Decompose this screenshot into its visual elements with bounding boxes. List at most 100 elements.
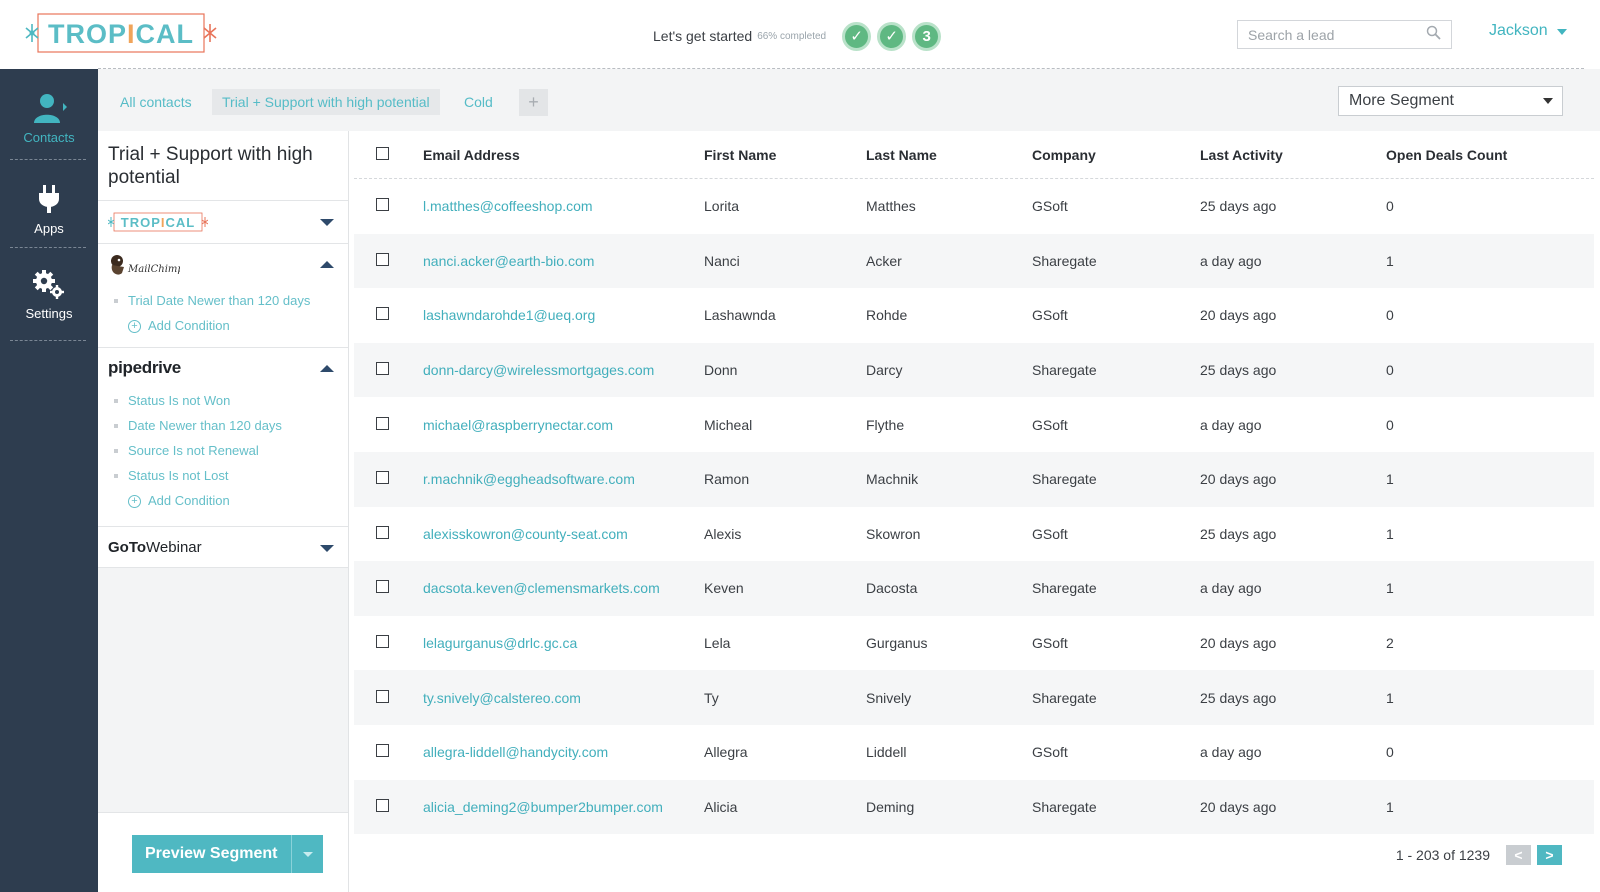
table-row[interactable]: alexisskowron@county-seat.com Alexis Skowr… [354,507,1594,562]
next-page-button[interactable]: > [1537,845,1562,865]
expand-icon[interactable] [320,219,334,226]
email-link[interactable]: allegra-liddell@handycity.com [423,744,704,760]
table-row[interactable]: dacsota.keven@clemensmarkets.com Keven Dac… [354,561,1594,616]
user-name: Jackson [1489,22,1548,39]
nav-item-settings[interactable]: Settings [0,269,98,321]
onboarding-progress[interactable]: Let's get started 66% completed ✓ ✓ 3 [653,20,942,52]
add-segment-tab-button[interactable]: + [519,89,548,116]
select-all-checkbox[interactable] [376,146,389,160]
row-checkbox[interactable] [376,744,389,758]
row-checkbox[interactable] [376,798,389,812]
table-row[interactable]: l.matthes@coffeeshop.com Lorita Matthes GSo… [354,179,1594,234]
email-link[interactable]: lashawndarohde1@ueq.org [423,307,704,323]
search-input[interactable] [1248,26,1418,43]
row-checkbox[interactable] [376,307,389,321]
expand-icon[interactable] [320,545,334,552]
column-header-company[interactable]: Company [1032,147,1200,163]
checkbox-cell [354,416,423,433]
table-row[interactable]: allegra-liddell@handycity.com Allegra Lidd… [354,725,1594,780]
svg-text:MailChimp: MailChimp [127,264,180,275]
condition-item[interactable]: Status Is not Lost [114,463,338,488]
row-checkbox[interactable] [376,416,389,430]
last-activity-cell: 20 days ago [1200,471,1277,488]
first-name-cell: Donn [704,362,738,379]
email-link[interactable]: lelagurganus@drlc.gc.ca [423,635,704,651]
email-link[interactable]: alexisskowron@county-seat.com [423,526,704,542]
source-header-mailchimp[interactable]: MailChimp [98,244,348,288]
email-link[interactable]: dacsota.keven@clemensmarkets.com [423,580,704,596]
search-lead-box[interactable] [1237,20,1452,49]
tropical-logo[interactable]: TROPICAL [24,12,218,54]
row-checkbox[interactable] [376,525,389,539]
row-checkbox[interactable] [376,198,389,212]
column-header-first-name[interactable]: First Name [704,147,866,163]
row-checkbox[interactable] [376,580,389,594]
company-cell: Sharegate [1032,362,1097,379]
segment-title: Trial + Support with high potential [98,131,348,201]
table-row[interactable]: r.machnik@eggheadsoftware.com Ramon Machni… [354,451,1594,507]
tab-trial-support[interactable]: Trial + Support with high potential [212,89,440,115]
table-row[interactable]: donn-darcy@wirelessmortgages.com Donn Darc… [354,342,1594,398]
step-3-current[interactable]: 3 [912,21,942,51]
open-deals-cell: 1 [1386,471,1394,488]
nav-divider [10,247,86,248]
nav-item-contacts[interactable]: Contacts [0,93,98,145]
condition-item[interactable]: Date Newer than 120 days [114,413,338,438]
tab-all-contacts[interactable]: All contacts [110,89,202,115]
condition-item[interactable]: Source Is not Renewal [114,438,338,463]
nav-divider [10,340,86,341]
column-header-last-name[interactable]: Last Name [866,147,1032,163]
row-checkbox[interactable] [376,689,389,703]
plus-circle-icon: + [128,319,141,333]
prev-page-button[interactable]: < [1506,845,1531,865]
add-condition-button[interactable]: + Add Condition [114,313,338,339]
user-menu[interactable]: Jackson [1489,22,1567,40]
table-row[interactable]: lelagurganus@drlc.gc.ca Lela Gurganus GSoft… [354,616,1594,671]
first-name-cell: Ramon [704,471,750,488]
table-row[interactable]: alicia_deming2@bumper2bumper.com Alicia De… [354,779,1594,835]
email-link[interactable]: donn-darcy@wirelessmortgages.com [423,362,704,378]
preview-segment-button[interactable]: Preview Segment [132,835,323,873]
step-1-done[interactable]: ✓ [842,21,872,51]
email-link[interactable]: r.machnik@eggheadsoftware.com [423,471,704,487]
table-row[interactable]: ty.snively@calstereo.com Ty Snively Sharega… [354,670,1594,725]
email-link[interactable]: l.matthes@coffeeshop.com [423,198,704,214]
condition-item[interactable]: Status Is not Won [114,388,338,413]
condition-item[interactable]: Trial Date Newer than 120 days [114,288,338,313]
email-link[interactable]: ty.snively@calstereo.com [423,690,704,706]
email-link[interactable]: nanci.acker@earth-bio.com [423,253,704,269]
table-row[interactable]: michael@raspberrynectar.com Micheal Flythe… [354,397,1594,452]
add-condition-button[interactable]: + Add Condition [114,488,338,514]
column-header-email[interactable]: Email Address [423,147,704,163]
column-header-last-activity[interactable]: Last Activity [1200,147,1386,163]
column-header-open-deals[interactable]: Open Deals Count [1386,147,1586,163]
step-2-done[interactable]: ✓ [877,21,907,51]
last-activity-cell: 25 days ago [1200,689,1277,706]
row-checkbox[interactable] [376,471,389,485]
company-cell: Sharegate [1032,580,1097,597]
table-row[interactable]: lashawndarohde1@ueq.org Lashawnda Rohde GSo… [354,288,1594,343]
open-deals-cell: 0 [1386,307,1394,324]
email-link[interactable]: alicia_deming2@bumper2bumper.com [423,799,704,815]
open-deals-cell: 1 [1386,580,1394,597]
source-header-gotowebinar[interactable]: GoToWebinar [98,527,348,567]
source-header-pipedrive[interactable]: pipedrive [98,348,348,388]
collapse-icon[interactable] [320,261,334,268]
email-link[interactable]: michael@raspberrynectar.com [423,417,704,433]
collapse-icon[interactable] [320,365,334,372]
row-checkbox[interactable] [376,252,389,266]
table-row[interactable]: nanci.acker@earth-bio.com Nanci Acker Share… [354,233,1594,289]
row-checkbox[interactable] [376,362,389,376]
chevron-down-icon[interactable] [290,835,323,873]
nav-item-apps[interactable]: Apps [0,184,98,236]
more-segment-select[interactable]: More Segment [1338,86,1563,116]
gotowebinar-logo: GoToWebinar [108,538,202,556]
tab-cold[interactable]: Cold [454,89,503,115]
last-name-cell: Rohde [866,307,908,324]
source-header-tropical[interactable]: TROPICAL [98,201,348,243]
preview-segment-label[interactable]: Preview Segment [132,835,291,873]
row-checkbox[interactable] [376,635,389,649]
progress-text: Let's get started [653,28,753,44]
search-icon[interactable] [1426,25,1441,45]
mailchimp-conditions: Trial Date Newer than 120 days + Add Con… [98,288,348,347]
